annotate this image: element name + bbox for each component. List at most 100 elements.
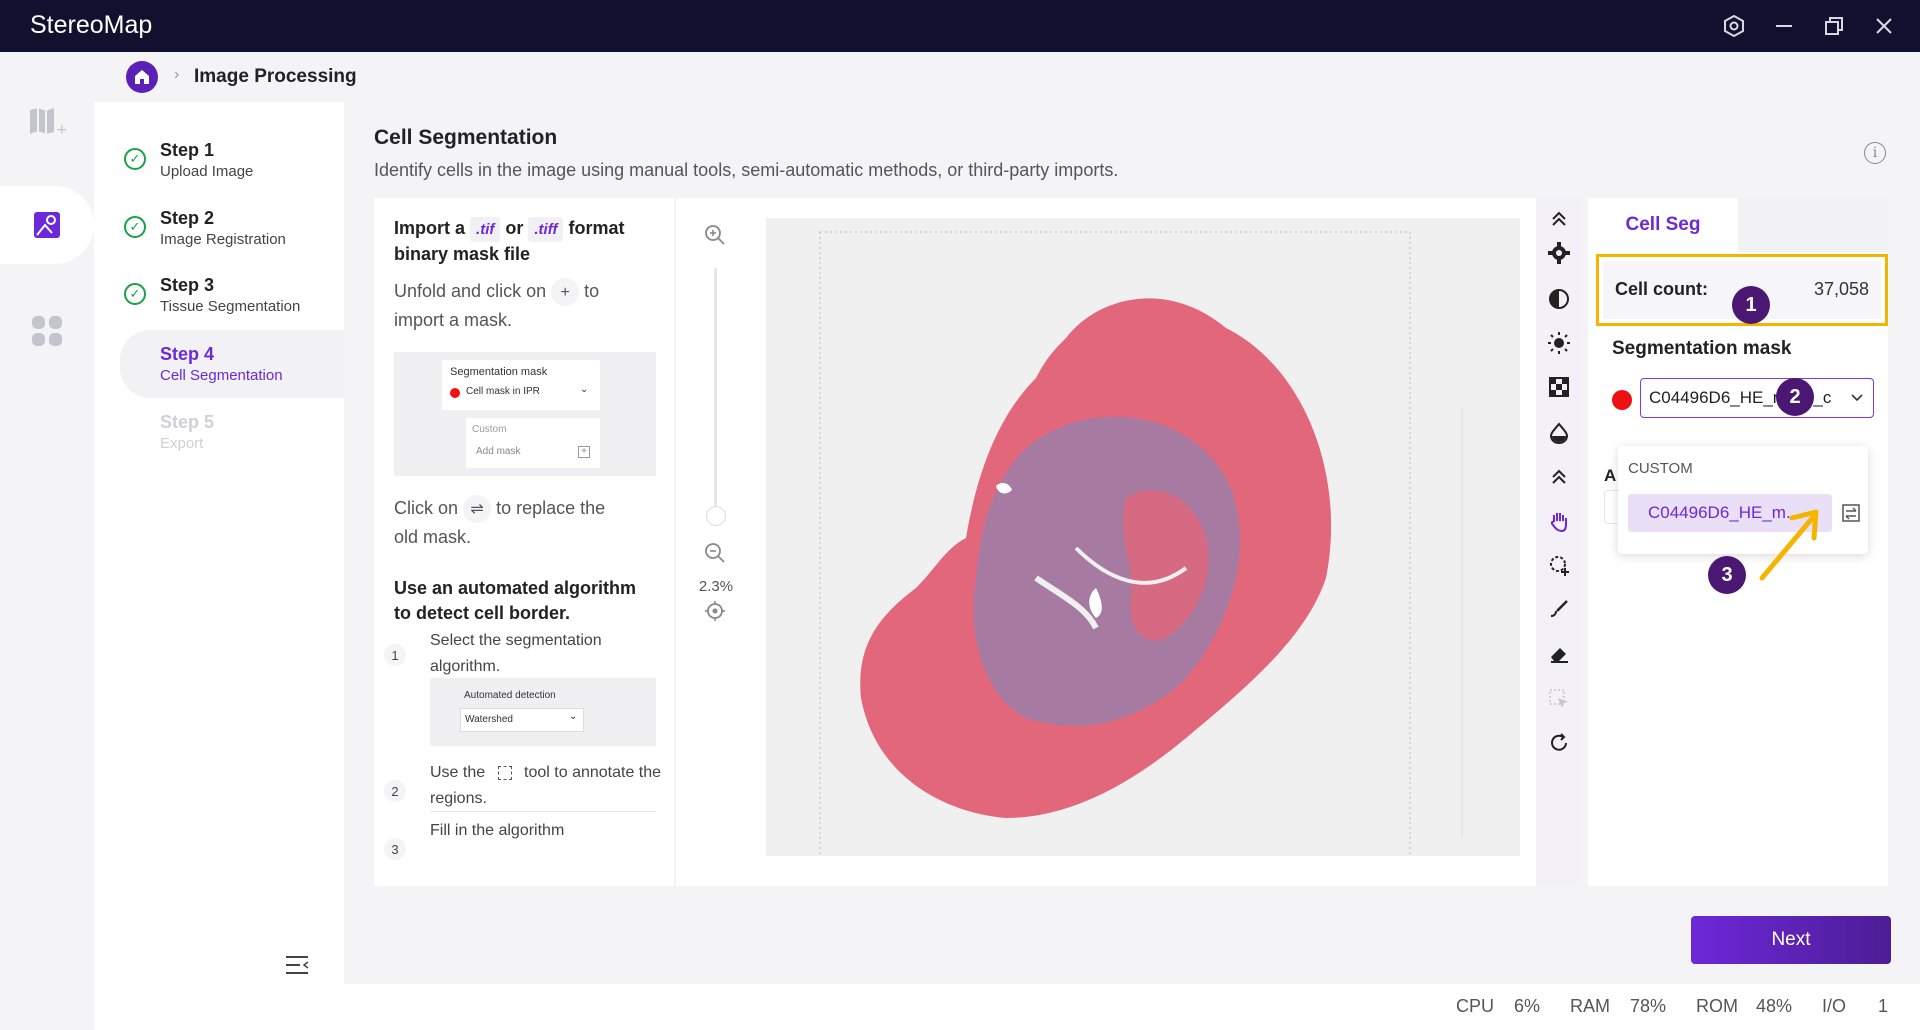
list-number: 2 <box>384 780 406 802</box>
close-icon[interactable] <box>1870 12 1898 40</box>
lasso-add-icon[interactable] <box>1544 550 1574 580</box>
select-region-icon <box>1544 684 1574 714</box>
segmentation-mask-section: Segmentation mask C04496D6_HE_mask_c <box>1596 328 1888 448</box>
chevron-down-icon: ⌄ <box>580 384 589 395</box>
rom-label: ROM <box>1696 996 1738 1016</box>
check-icon: ✓ <box>124 283 146 305</box>
mask-color-dot[interactable] <box>1612 390 1632 410</box>
collapse-menu-icon[interactable] <box>284 954 310 976</box>
check-icon: ✓ <box>124 148 146 170</box>
settings-gear-icon[interactable] <box>1544 238 1574 268</box>
status-bar: CPU 6% RAM 78% ROM 48% I/O 1 <box>94 984 1920 1030</box>
step-subtitle: Cell Segmentation <box>160 367 283 384</box>
mask-select[interactable]: C04496D6_HE_mask_c <box>1640 378 1874 418</box>
collapse-up-icon[interactable] <box>1544 204 1574 234</box>
list-number: 1 <box>384 644 406 666</box>
image-canvas-container <box>756 198 1536 886</box>
help-panel: Import a .tif or .tiff format binary mas… <box>374 198 674 886</box>
app-title: StereoMap <box>30 11 153 39</box>
mock-title: Segmentation mask <box>450 366 548 378</box>
help-text: import a mask. <box>394 310 513 331</box>
list-text: Fill in the algorithm <box>430 822 565 839</box>
info-icon[interactable]: i <box>1864 142 1886 164</box>
arrow-annotation-icon <box>1759 509 1819 581</box>
help-text: old mask. <box>394 527 472 548</box>
left-rail: + <box>0 52 94 1030</box>
replace-icon: ⇌ <box>463 495 492 524</box>
zoom-in-icon[interactable] <box>704 224 726 251</box>
image-canvas[interactable] <box>766 218 1520 859</box>
plus-icon: + <box>551 278 580 307</box>
step-title: Step 5 <box>160 412 215 432</box>
home-icon[interactable] <box>126 61 158 93</box>
mock-select: Cell mask in IPR <box>466 386 540 397</box>
refresh-icon[interactable] <box>1544 728 1574 758</box>
settings-icon[interactable] <box>1720 12 1748 40</box>
step-title: Step 2 <box>160 208 215 228</box>
map-icon[interactable]: + <box>0 82 94 160</box>
contrast-icon[interactable] <box>1544 284 1574 314</box>
help-text: binary mask file <box>394 244 531 264</box>
ram-label: RAM <box>1570 996 1610 1016</box>
divider <box>430 811 656 812</box>
cell-count-label: Cell count: <box>1615 279 1708 299</box>
zoom-slider-track[interactable] <box>714 268 717 508</box>
help-text: to <box>584 281 600 301</box>
step-title: Step 3 <box>160 275 215 295</box>
cpu-label: CPU <box>1456 996 1495 1016</box>
recenter-icon[interactable] <box>704 600 726 627</box>
step-5: Step 5 Export <box>120 404 344 466</box>
help-text: format <box>568 218 625 238</box>
minimize-icon[interactable] <box>1770 12 1798 40</box>
tab-bar: Cell Seg <box>1588 198 1888 252</box>
help-text: Unfold and click on <box>394 281 547 301</box>
step-2[interactable]: ✓ Step 2 Image Registration <box>120 200 344 262</box>
hand-pan-icon[interactable] <box>1544 506 1574 536</box>
select-tool-icon <box>497 765 512 780</box>
mock-select: Watershed <box>465 714 513 725</box>
code-chip: .tif <box>470 217 501 242</box>
list-text: Select the segmentation algorithm. <box>430 632 602 675</box>
zoom-controls: 2.3% <box>676 198 756 886</box>
next-button[interactable]: Next <box>1691 916 1891 964</box>
opacity-drop-icon[interactable] <box>1544 418 1574 448</box>
zoom-slider-handle[interactable] <box>706 506 726 526</box>
image-processing-icon[interactable] <box>0 186 94 264</box>
apps-icon[interactable] <box>0 292 94 370</box>
help-text: to replace the <box>496 498 606 518</box>
mock-add: Add mask <box>476 446 521 457</box>
main-content: Cell Segmentation Identify cells in the … <box>344 102 1920 984</box>
list-number: 3 <box>384 838 406 860</box>
replace-mask-icon[interactable] <box>1840 502 1862 524</box>
step-subtitle: Export <box>160 435 204 452</box>
cell-count-value: 37,058 <box>1813 279 1869 299</box>
check-icon: ✓ <box>124 216 146 238</box>
hidden-section-label: A <box>1604 466 1617 485</box>
brightness-icon[interactable] <box>1544 328 1574 358</box>
collapse-up-icon[interactable] <box>1544 462 1574 492</box>
mock-title: Automated detection <box>464 690 556 701</box>
zoom-level: 2.3% <box>698 578 734 595</box>
segmentation-mask-title: Segmentation mask <box>1612 338 1792 359</box>
tissue-image <box>819 231 1463 859</box>
mock-seg-mask: Segmentation mask Cell mask in IPR ⌄ Cus… <box>394 352 656 476</box>
mock-card: Segmentation mask Cell mask in IPR ⌄ <box>442 360 600 410</box>
mock-card: Custom Add mask + <box>466 418 600 468</box>
step-1[interactable]: ✓ Step 1 Upload Image <box>120 132 344 194</box>
step-3[interactable]: ✓ Step 3 Tissue Segmentation <box>120 267 344 329</box>
step-4[interactable]: Step 4 Cell Segmentation <box>120 330 344 398</box>
tab-cell-seg[interactable]: Cell Seg <box>1588 198 1738 252</box>
help-text: Click on <box>394 498 459 518</box>
restore-icon[interactable] <box>1820 12 1848 40</box>
brush-icon[interactable] <box>1544 594 1574 624</box>
mock-select-box: Watershed ⌄ <box>460 708 584 732</box>
add-icon: + <box>578 446 590 458</box>
svg-text:+: + <box>56 122 66 136</box>
step-title: Step 1 <box>160 140 215 160</box>
list-text-part: Use the <box>430 764 486 781</box>
red-dot-icon <box>450 388 460 398</box>
eraser-icon[interactable] <box>1544 638 1574 668</box>
checkerboard-icon[interactable] <box>1544 372 1574 402</box>
zoom-out-icon[interactable] <box>704 542 726 569</box>
title-bar: StereoMap <box>0 0 1920 52</box>
